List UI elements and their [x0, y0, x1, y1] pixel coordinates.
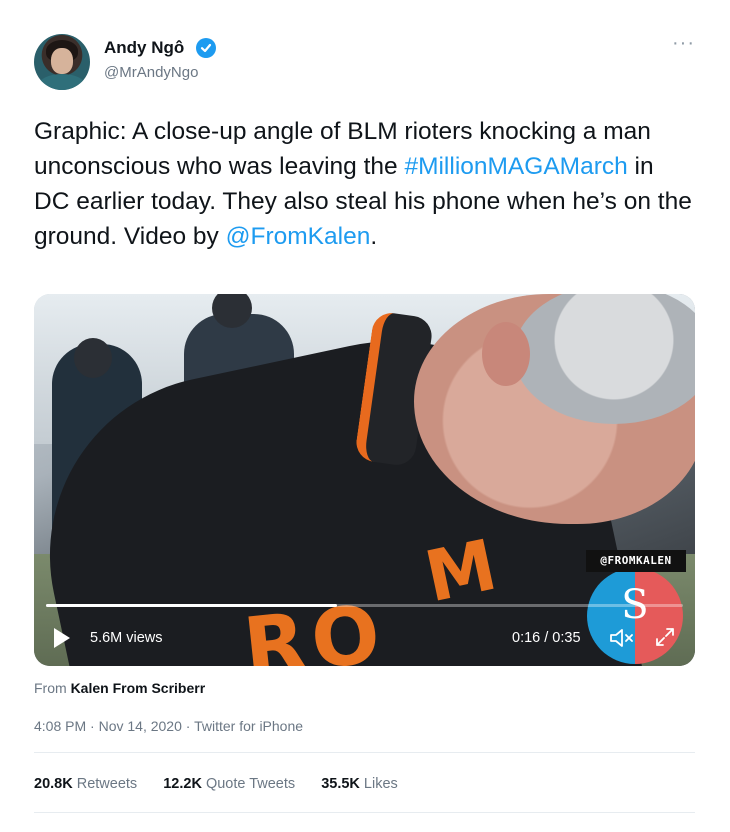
play-icon[interactable] — [54, 628, 70, 648]
likes-count: 35.5K — [321, 776, 360, 792]
tweet-date[interactable]: Nov 14, 2020 — [99, 718, 182, 734]
video-watermark: @FROMKALEN — [586, 550, 686, 572]
tweet-text-part3: . — [370, 223, 378, 250]
video-progress-fill — [46, 604, 338, 607]
video-source: From Kalen From Scriberr — [34, 680, 205, 696]
mention-link[interactable]: @FromKalen — [226, 223, 371, 250]
hashtag-link[interactable]: #MillionMAGAMarch — [404, 153, 627, 180]
divider — [34, 812, 695, 813]
retweets-stat[interactable]: 20.8K Retweets — [34, 776, 137, 792]
tweet-client[interactable]: Twitter for iPhone — [194, 718, 303, 734]
expand-icon[interactable] — [654, 626, 676, 648]
quote-tweets-count: 12.2K — [163, 776, 202, 792]
quote-tweets-label: Quote Tweets — [205, 776, 296, 792]
retweets-label: Retweets — [76, 776, 138, 792]
tweet-time[interactable]: 4:08 PM — [34, 718, 86, 734]
quote-tweets-stat[interactable]: 12.2K Quote Tweets — [163, 776, 295, 792]
video-ear — [482, 322, 530, 386]
retweets-count: 20.8K — [34, 776, 73, 792]
tweet-card: Andy Ngô @MrAndyNgo ··· Graphic: A close… — [0, 0, 730, 832]
author-name[interactable]: Andy Ngô — [104, 38, 184, 58]
author-handle[interactable]: @MrAndyNgo — [104, 64, 198, 81]
verified-badge-icon — [196, 38, 216, 58]
jacket-letters-ro: RO — [239, 586, 391, 666]
view-count: 5.6M views — [90, 630, 163, 646]
video-time: 0:16 / 0:35 — [512, 630, 581, 646]
video-source-link[interactable]: Kalen From Scriberr — [71, 680, 206, 696]
video-background-person-head — [74, 338, 112, 378]
video-progress-bar[interactable] — [46, 604, 683, 607]
avatar-face — [51, 48, 73, 74]
likes-label: Likes — [363, 776, 398, 792]
more-options-icon[interactable]: ··· — [672, 33, 698, 53]
divider — [34, 752, 695, 753]
tweet-stats: 20.8K Retweets 12.2K Quote Tweets 35.5K … — [34, 776, 420, 792]
likes-stat[interactable]: 35.5K Likes — [321, 776, 398, 792]
video-source-prefix: From — [34, 680, 71, 696]
avatar[interactable] — [34, 34, 90, 90]
mute-icon[interactable] — [608, 626, 636, 650]
tweet-meta: 4:08 PM · Nov 14, 2020 · Twitter for iPh… — [34, 718, 303, 734]
tweet-text: Graphic: A close-up angle of BLM rioters… — [34, 114, 694, 254]
meta-separator: · — [181, 718, 195, 734]
meta-separator: · — [86, 718, 99, 734]
video-player[interactable]: M RO S @FROMKALEN 5.6M views 0:16 / 0:35 — [34, 294, 695, 666]
avatar-body — [38, 74, 86, 90]
